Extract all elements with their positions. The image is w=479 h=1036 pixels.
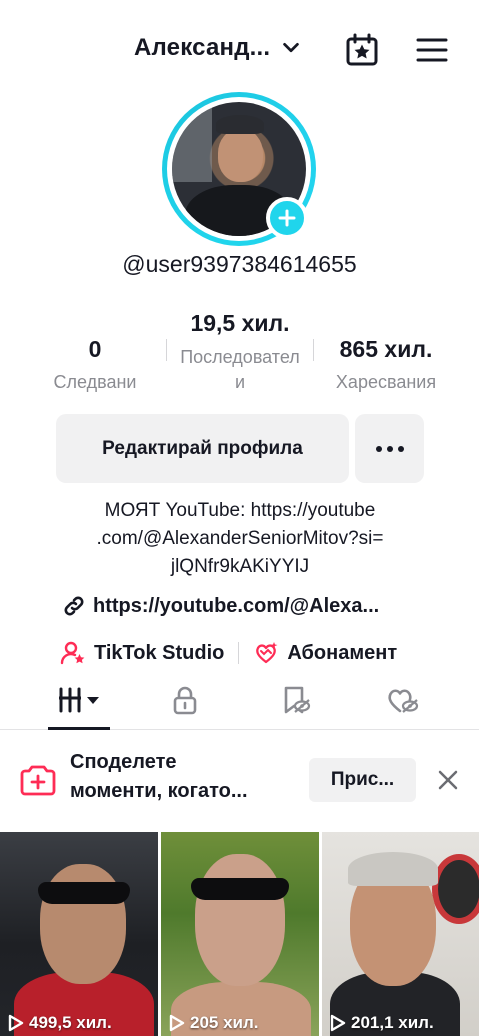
tab-saved[interactable]	[235, 670, 355, 730]
videos-grid-icon	[59, 687, 99, 713]
tab-liked[interactable]	[342, 670, 462, 730]
tiktok-studio-label: TikTok Studio	[94, 641, 225, 664]
profile-link-text: https://youtube.com/@Alexa...	[93, 594, 380, 617]
calendar-star-icon[interactable]	[344, 32, 380, 68]
likes-label: Харесвания	[335, 372, 437, 392]
hamburger-menu-icon[interactable]	[415, 33, 449, 67]
following-count: 0	[88, 336, 102, 362]
video-thumbnail[interactable]: 205 хил.	[161, 832, 319, 1036]
banner-add-button[interactable]: Прис...	[309, 758, 416, 802]
more-dots-icon	[375, 445, 382, 452]
creator-tools-row: TikTok Studio Абонамент	[60, 638, 397, 668]
tab-private[interactable]	[125, 670, 245, 730]
chevron-down-icon	[283, 42, 300, 53]
banner-text-line: Споделете	[70, 751, 177, 773]
account-name: Александ...	[134, 34, 271, 61]
close-icon[interactable]	[436, 768, 460, 792]
bio-line: .com/@AlexanderSeniorMitov?si=	[96, 528, 384, 549]
play-icon	[169, 1014, 185, 1032]
username: @user9397384614655	[122, 251, 357, 277]
subscription-link[interactable]: Абонамент	[253, 640, 397, 666]
active-tab-indicator	[48, 727, 110, 730]
video-thumbnail[interactable]: 499,5 хил.	[0, 832, 158, 1036]
profile-link[interactable]: https://youtube.com/@Alexa...	[62, 594, 379, 618]
link-icon	[64, 596, 84, 616]
followers-count: 19,5 хил.	[190, 310, 290, 336]
video-thumbnail[interactable]: 201,1 хил.	[322, 832, 479, 1036]
tiktok-studio-link[interactable]: TikTok Studio	[60, 640, 224, 666]
profile-tabs	[0, 670, 479, 730]
heart-sparkle-icon	[256, 642, 278, 664]
video-grid: 499,5 хил. 205 хил. 201,1 хил.	[0, 832, 479, 1036]
video-views: 499,5 хил.	[8, 1013, 112, 1033]
top-bar: Александ...	[0, 0, 479, 100]
row-divider	[238, 642, 240, 664]
banner-text-line: моменти, когато...	[70, 780, 248, 802]
likes-count: 865 хил.	[339, 336, 433, 362]
stat-divider	[313, 339, 314, 361]
add-avatar-plus-icon[interactable]	[266, 197, 308, 239]
more-options-button[interactable]	[355, 414, 424, 483]
bio-line: jlQNfr9kAKiYYIJ	[170, 556, 310, 577]
subscription-label: Абонамент	[287, 641, 398, 664]
video-views: 205 хил.	[169, 1013, 259, 1033]
bio: МОЯТ YouTube: https://youtube .com/@Alex…	[40, 497, 440, 581]
tab-videos[interactable]	[20, 670, 140, 730]
bookmark-eye-icon	[284, 686, 311, 714]
video-views-count: 205 хил.	[190, 1013, 259, 1032]
following-label: Следвани	[53, 372, 137, 392]
followers-label-line1: Последовател	[180, 347, 300, 367]
edit-profile-button[interactable]: Редактирай профила	[56, 414, 349, 483]
bio-line: МОЯТ YouTube: https://youtube	[104, 500, 376, 521]
add-story-icon	[20, 765, 56, 796]
lock-icon	[173, 686, 197, 715]
followers-label-line2: и	[234, 372, 246, 392]
share-moments-banner: Споделете моменти, когато... Прис...	[0, 731, 479, 831]
heart-eye-icon	[388, 689, 419, 713]
video-views-count: 499,5 хил.	[29, 1013, 112, 1032]
video-views: 201,1 хил.	[330, 1013, 434, 1033]
play-icon	[8, 1014, 24, 1032]
banner-message: Споделете моменти, когато...	[70, 748, 298, 806]
play-icon	[330, 1014, 346, 1032]
video-views-count: 201,1 хил.	[351, 1013, 434, 1032]
person-star-icon	[60, 641, 85, 665]
account-switcher[interactable]: Александ...	[134, 34, 302, 62]
